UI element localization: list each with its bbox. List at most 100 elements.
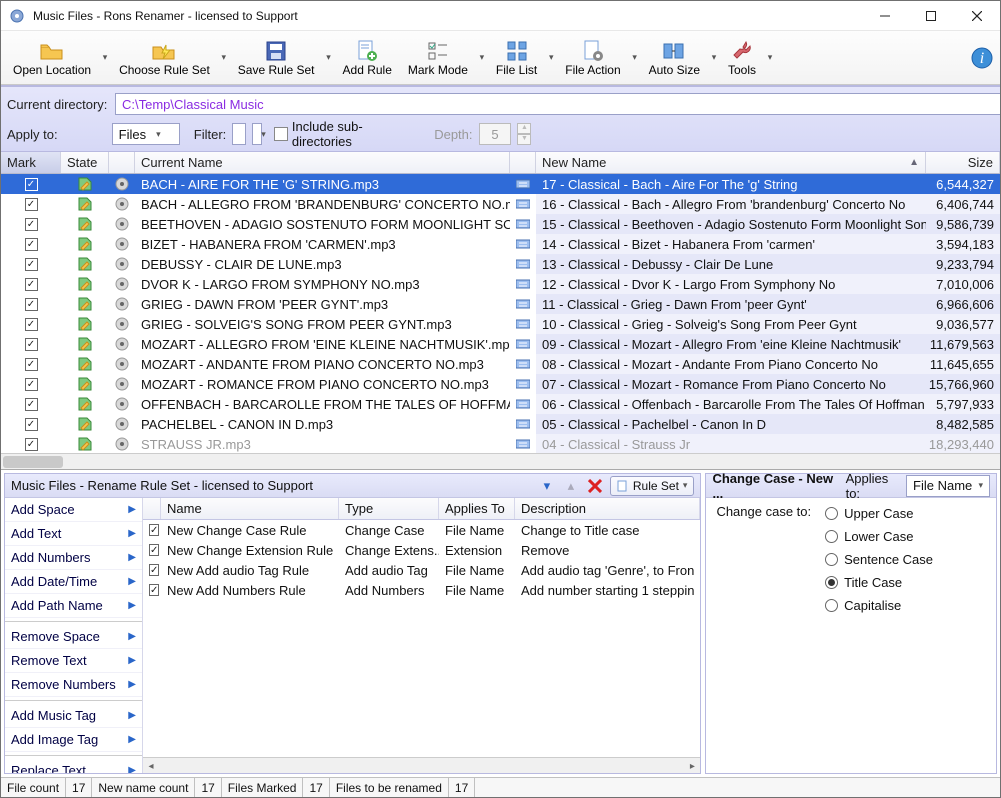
open-location-dropdown[interactable]: ▾ [99, 33, 111, 82]
row-checkbox[interactable]: ✓ [25, 258, 38, 271]
file-row[interactable]: ✓BACH - AIRE FOR THE 'G' STRING.mp317 - … [1, 174, 1000, 194]
rule-checkbox[interactable]: ✓ [149, 544, 159, 556]
row-checkbox[interactable]: ✓ [25, 318, 38, 331]
file-row[interactable]: ✓STRAUSS JR.mp304 - Classical - Strauss … [1, 434, 1000, 453]
auto-size-button[interactable]: Auto Size [642, 33, 707, 82]
rule-action-item[interactable]: Add Date/Time▶ [5, 570, 142, 594]
row-checkbox[interactable]: ✓ [25, 178, 38, 191]
save-rule-set-button[interactable]: Save Rule Set [231, 33, 322, 82]
file-row[interactable]: ✓BACH - ALLEGRO FROM 'BRANDENBURG' CONCE… [1, 194, 1000, 214]
col-icon-b[interactable] [510, 152, 536, 173]
rule-checkbox[interactable]: ✓ [149, 564, 159, 576]
filter-dropdown[interactable]: ▾ [252, 123, 262, 145]
col-new-name[interactable]: New Name▲ [536, 152, 926, 173]
rule-action-item[interactable]: Add Image Tag▶ [5, 728, 142, 752]
file-list-button[interactable]: File List [489, 33, 544, 82]
row-checkbox[interactable]: ✓ [25, 238, 38, 251]
mark-mode-button[interactable]: Mark Mode [401, 33, 475, 82]
rule-action-item[interactable]: Add Path Name▶ [5, 594, 142, 618]
rule-checkbox[interactable]: ✓ [149, 584, 159, 596]
file-row[interactable]: ✓MOZART - ALLEGRO FROM 'EINE KLEINE NACH… [1, 334, 1000, 354]
file-action-button[interactable]: File Action [558, 33, 627, 82]
add-rule-button[interactable]: Add Rule [336, 33, 399, 82]
row-checkbox[interactable]: ✓ [25, 218, 38, 231]
file-row[interactable]: ✓MOZART - ANDANTE FROM PIANO CONCERTO NO… [1, 354, 1000, 374]
file-row[interactable]: ✓MOZART - ROMANCE FROM PIANO CONCERTO NO… [1, 374, 1000, 394]
rule-action-item[interactable]: Add Numbers▶ [5, 546, 142, 570]
rule-action-item[interactable]: Remove Numbers▶ [5, 673, 142, 697]
case-radio-option[interactable]: Title Case [825, 575, 933, 590]
applies-to-combo[interactable]: File Name ▾ [906, 475, 990, 497]
rule-action-item[interactable]: Remove Text▶ [5, 649, 142, 673]
row-checkbox[interactable]: ✓ [25, 378, 38, 391]
col-state[interactable]: State [61, 152, 109, 173]
rule-horizontal-scrollbar[interactable]: ◂ ▸ [143, 757, 700, 773]
case-radio-option[interactable]: Lower Case [825, 529, 933, 544]
open-location-button[interactable]: Open Location [6, 33, 98, 82]
include-subdirs-checkbox[interactable]: Include sub-directories [274, 119, 418, 149]
col-current-name[interactable]: Current Name [135, 152, 510, 173]
minimize-button[interactable] [862, 1, 908, 31]
rule-col-desc[interactable]: Description [515, 498, 700, 519]
rule-row[interactable]: ✓New Add Numbers RuleAdd NumbersFile Nam… [143, 580, 700, 600]
rule-checkbox[interactable]: ✓ [149, 524, 159, 536]
move-down-icon[interactable]: ▾ [538, 477, 556, 495]
col-size[interactable]: Size [926, 152, 1000, 173]
tools-dropdown[interactable]: ▾ [764, 33, 776, 82]
row-checkbox[interactable]: ✓ [25, 438, 38, 451]
file-action-dropdown[interactable]: ▾ [629, 33, 641, 82]
grid-body[interactable]: ✓BACH - AIRE FOR THE 'G' STRING.mp317 - … [1, 174, 1000, 453]
tools-button[interactable]: Tools [721, 33, 763, 82]
current-dir-field[interactable]: C:\Temp\Classical Music [115, 93, 1001, 115]
scroll-left-icon[interactable]: ◂ [143, 758, 159, 774]
file-row[interactable]: ✓DVOR K - LARGO FROM SYMPHONY NO.mp312 -… [1, 274, 1000, 294]
file-row[interactable]: ✓GRIEG - DAWN FROM 'PEER GYNT'.mp311 - C… [1, 294, 1000, 314]
file-row[interactable]: ✓OFFENBACH - BARCAROLLE FROM THE TALES O… [1, 394, 1000, 414]
row-checkbox[interactable]: ✓ [25, 298, 38, 311]
auto-size-dropdown[interactable]: ▾ [708, 33, 720, 82]
rule-action-item[interactable]: Replace Text▶ [5, 759, 142, 773]
row-checkbox[interactable]: ✓ [25, 398, 38, 411]
case-radio-option[interactable]: Upper Case [825, 506, 933, 521]
rule-set-dropdown[interactable]: Rule Set ▾ [610, 476, 695, 496]
scrollbar-thumb[interactable] [3, 456, 63, 468]
col-icon[interactable] [109, 152, 135, 173]
info-button[interactable]: i [968, 44, 996, 72]
choose-rule-set-dropdown[interactable]: ▾ [218, 33, 230, 82]
row-checkbox[interactable]: ✓ [25, 358, 38, 371]
file-row[interactable]: ✓GRIEG - SOLVEIG'S SONG FROM PEER GYNT.m… [1, 314, 1000, 334]
row-checkbox[interactable]: ✓ [25, 338, 38, 351]
rule-action-item[interactable]: Add Text▶ [5, 522, 142, 546]
rule-action-item[interactable]: Add Music Tag▶ [5, 704, 142, 728]
file-row[interactable]: ✓DEBUSSY - CLAIR DE LUNE.mp313 - Classic… [1, 254, 1000, 274]
row-checkbox[interactable]: ✓ [25, 418, 38, 431]
file-list-dropdown[interactable]: ▾ [545, 33, 557, 82]
case-radio-option[interactable]: Sentence Case [825, 552, 933, 567]
mark-mode-dropdown[interactable]: ▾ [476, 33, 488, 82]
scroll-right-icon[interactable]: ▸ [684, 758, 700, 774]
case-radio-option[interactable]: Capitalise [825, 598, 933, 613]
rule-row[interactable]: ✓New Change Extension RuleChange Extens.… [143, 540, 700, 560]
choose-rule-set-button[interactable]: Choose Rule Set [112, 33, 217, 82]
close-button[interactable] [954, 1, 1000, 31]
rule-row[interactable]: ✓New Add audio Tag RuleAdd audio TagFile… [143, 560, 700, 580]
save-rule-set-dropdown[interactable]: ▾ [323, 33, 335, 82]
file-row[interactable]: ✓PACHELBEL - CANON IN D.mp305 - Classica… [1, 414, 1000, 434]
rule-col-name[interactable]: Name [161, 498, 339, 519]
file-row[interactable]: ✓BIZET - HABANERA FROM 'CARMEN'.mp314 - … [1, 234, 1000, 254]
rule-row[interactable]: ✓New Change Case RuleChange CaseFile Nam… [143, 520, 700, 540]
apply-to-combo[interactable]: Files▾ [112, 123, 180, 145]
rule-action-item[interactable]: Add Space▶ [5, 498, 142, 522]
rule-col-type[interactable]: Type [339, 498, 439, 519]
rule-action-item[interactable]: Remove Space▶ [5, 625, 142, 649]
horizontal-scrollbar[interactable] [1, 453, 1000, 469]
file-row[interactable]: ✓BEETHOVEN - ADAGIO SOSTENUTO FORM MOONL… [1, 214, 1000, 234]
delete-rule-icon[interactable] [586, 477, 604, 495]
rule-col-applies[interactable]: Applies To [439, 498, 515, 519]
col-mark[interactable]: Mark [1, 152, 61, 173]
move-up-icon[interactable]: ▴ [562, 477, 580, 495]
row-checkbox[interactable]: ✓ [25, 278, 38, 291]
maximize-button[interactable] [908, 1, 954, 31]
filter-field[interactable] [232, 123, 246, 145]
row-checkbox[interactable]: ✓ [25, 198, 38, 211]
